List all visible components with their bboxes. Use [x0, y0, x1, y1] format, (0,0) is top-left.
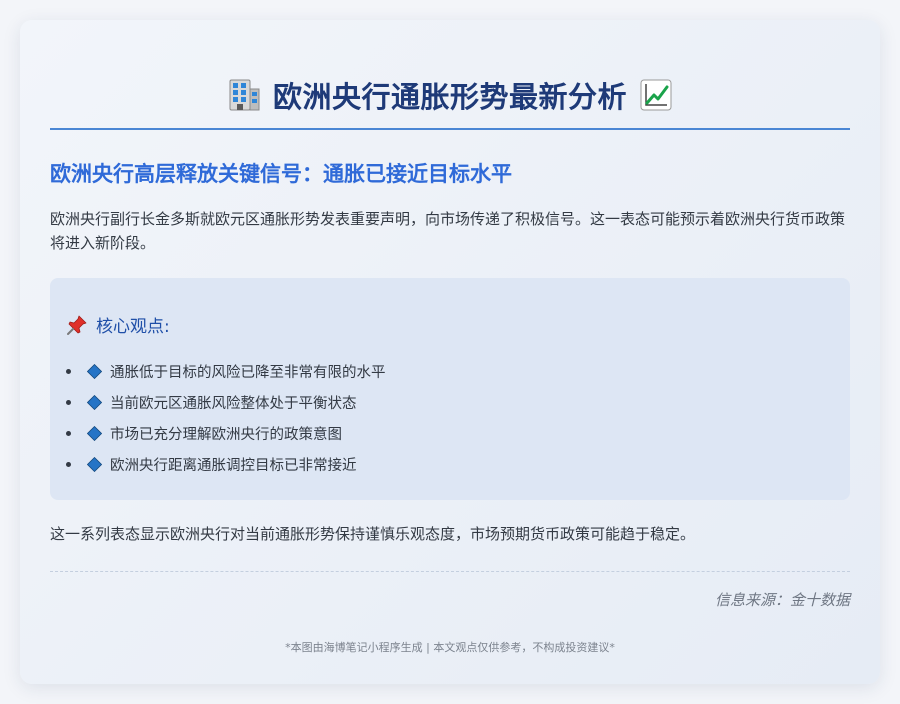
key-point-text: 欧洲央行距离通胀调控目标已非常接近 — [110, 458, 357, 474]
key-point-text: 市场已充分理解欧洲央行的政策意图 — [110, 427, 342, 443]
article-subtitle: 欧洲央行高层释放关键信号：通胀已接近目标水平 — [50, 162, 512, 186]
chart-increasing-icon — [640, 79, 672, 111]
list-item: 欧洲央行距离通胀调控目标已非常接近 — [66, 449, 826, 480]
blue-diamond-icon — [87, 395, 102, 410]
summary-paragraph: 这一系列表态显示欧洲央行对当前通胀形势保持谨慎乐观态度，市场预期货币政策可能趋于… — [50, 525, 696, 543]
intro-paragraph: 欧洲央行副行长金多斯就欧元区通胀形势发表重要声明，向市场传递了积极信号。这一表态… — [50, 210, 846, 252]
list-item: 当前欧元区通胀风险整体处于平衡状态 — [66, 387, 826, 418]
page-title: 欧洲央行通胀形势最新分析 — [272, 80, 627, 114]
key-point-text: 通胀低于目标的风险已降至非常有限的水平 — [110, 365, 386, 381]
key-point-text: 当前欧元区通胀风险整体处于平衡状态 — [110, 396, 357, 412]
key-points-header: 核心观点: — [66, 312, 170, 337]
source-divider — [50, 571, 850, 572]
bullet-dot — [66, 462, 71, 467]
bullet-dot — [66, 431, 71, 436]
source-attribution: 信息来源：金十数据 — [714, 591, 850, 609]
content-card: 欧洲央行通胀形势最新分析 欧洲央行高层释放关键信号：通胀已接近目标水平 欧洲央行… — [20, 20, 880, 684]
bullet-dot — [66, 400, 71, 405]
key-points-list: 通胀低于目标的风险已降至非常有限的水平 当前欧元区通胀风险整体处于平衡状态 市场… — [66, 356, 826, 480]
blue-diamond-icon — [87, 457, 102, 472]
footer-disclaimer: *本图由海博笔记小程序生成 | 本文观点仅供参考，不构成投资建议* — [285, 641, 615, 654]
list-item: 通胀低于目标的风险已降至非常有限的水平 — [66, 356, 826, 387]
blue-diamond-icon — [87, 364, 102, 379]
key-points-panel: 核心观点: 通胀低于目标的风险已降至非常有限的水平 当前欧元区通胀风险整体处于平… — [50, 278, 850, 500]
list-item: 市场已充分理解欧洲央行的政策意图 — [66, 418, 826, 449]
bullet-dot — [66, 369, 71, 374]
blue-diamond-icon — [87, 426, 102, 441]
pushpin-icon — [67, 315, 87, 335]
title-divider — [50, 128, 850, 130]
key-points-title: 核心观点: — [96, 317, 170, 337]
office-building-icon — [229, 79, 260, 111]
title-row: 欧洲央行通胀形势最新分析 — [50, 74, 850, 116]
